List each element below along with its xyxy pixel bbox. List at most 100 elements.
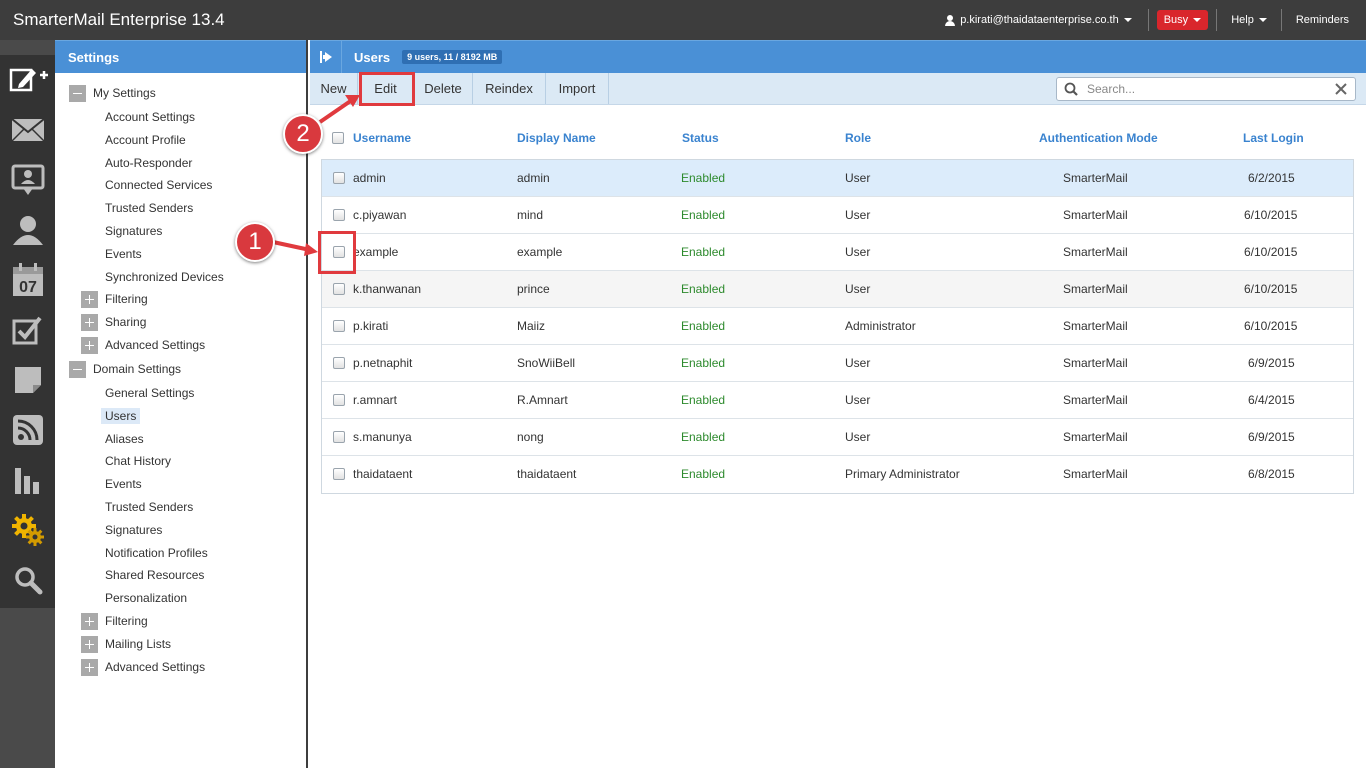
column-header-status[interactable]: Status (682, 131, 719, 145)
cell-username: p.kirati (353, 319, 389, 333)
cell-status: Enabled (681, 393, 726, 407)
tree-item-account-profile[interactable]: Account Profile (105, 130, 186, 150)
tree-item-account-settings[interactable]: Account Settings (105, 107, 195, 127)
expand-icon[interactable] (81, 612, 98, 630)
user-icon[interactable] (0, 208, 55, 252)
table-row[interactable]: s.manunya nong Enabled User SmarterMail … (322, 419, 1353, 456)
column-header-display-name[interactable]: Display Name (517, 131, 596, 145)
tree-node-mailing-lists[interactable]: Mailing Lists (81, 634, 171, 654)
rail-icon-strip: 07 (0, 55, 55, 608)
contacts-icon[interactable] (0, 158, 55, 202)
tree-item-domain-signatures[interactable]: Signatures (105, 520, 162, 540)
compose-icon[interactable] (0, 58, 55, 102)
tree-node-advanced-settings[interactable]: Advanced Settings (81, 335, 205, 355)
top-right-menu: p.kirati@thaidataenterprise.co.th Busy H… (945, 0, 1366, 40)
tree-item-trusted-senders[interactable]: Trusted Senders (105, 198, 193, 218)
collapse-panel-button[interactable] (310, 41, 342, 73)
tree-item-chat-history[interactable]: Chat History (105, 451, 171, 471)
search-input[interactable] (1083, 82, 1331, 96)
cell-last-login: 6/10/2015 (1244, 319, 1298, 333)
reports-icon[interactable] (0, 458, 55, 502)
tree-item-aliases[interactable]: Aliases (105, 429, 144, 449)
table-row[interactable]: p.netnaphit SnoWiiBell Enabled User Smar… (322, 345, 1353, 382)
tree-item-domain-events[interactable]: Events (105, 474, 142, 494)
import-button[interactable]: Import (546, 73, 609, 104)
users-header: Users 9 users, 11 / 8192 MB (310, 40, 1366, 73)
table-row[interactable]: c.piyawan mind Enabled User SmarterMail … (322, 197, 1353, 234)
cell-display-name: Maiiz (517, 319, 546, 333)
tree-item-auto-responder[interactable]: Auto-Responder (105, 153, 192, 173)
expand-icon[interactable] (81, 336, 98, 354)
tree-node-domain-filtering[interactable]: Filtering (81, 611, 148, 631)
row-checkbox[interactable] (333, 357, 345, 369)
expand-icon[interactable] (81, 313, 98, 331)
cell-auth-mode: SmarterMail (1063, 356, 1128, 370)
cell-username: p.netnaphit (353, 356, 413, 370)
status-button[interactable]: Busy (1156, 10, 1209, 30)
table-row[interactable]: r.amnart R.Amnart Enabled User SmarterMa… (322, 382, 1353, 419)
search-icon[interactable] (0, 558, 55, 602)
clear-search-icon[interactable] (1331, 81, 1351, 97)
table-row[interactable]: k.thanwanan prince Enabled User SmarterM… (322, 271, 1353, 308)
row-checkbox[interactable] (333, 468, 345, 480)
cell-role: User (845, 171, 871, 185)
table-row[interactable]: example example Enabled User SmarterMail… (322, 234, 1353, 271)
tree-node-my-settings[interactable]: My Settings (69, 83, 156, 103)
settings-panel: Settings My Settings Account Settings Ac… (55, 40, 308, 768)
column-header-role[interactable]: Role (845, 131, 871, 145)
tree-item-shared-resources[interactable]: Shared Resources (105, 565, 204, 585)
row-checkbox[interactable] (333, 394, 345, 406)
tree-node-domain-settings[interactable]: Domain Settings (69, 359, 181, 379)
table-row[interactable]: thaidataent thaidataent Enabled Primary … (322, 456, 1353, 493)
tree-item-signatures[interactable]: Signatures (105, 221, 162, 241)
users-table: admin admin Enabled User SmarterMail 6/2… (321, 159, 1354, 494)
app-title: SmarterMail Enterprise 13.4 (13, 10, 225, 29)
tree-item-general-settings[interactable]: General Settings (105, 383, 194, 403)
tree-node-domain-advanced-settings[interactable]: Advanced Settings (81, 657, 205, 677)
cell-last-login: 6/8/2015 (1248, 467, 1295, 481)
select-all-checkbox[interactable] (332, 132, 344, 144)
row-checkbox[interactable] (333, 320, 345, 332)
row-checkbox[interactable] (333, 283, 345, 295)
collapse-icon[interactable] (69, 360, 86, 378)
help-menu[interactable]: Help (1217, 14, 1281, 26)
cell-username: admin (353, 171, 386, 185)
expand-icon[interactable] (81, 635, 98, 653)
calendar-icon[interactable]: 07 (0, 258, 55, 302)
user-icon (945, 14, 956, 26)
cell-status: Enabled (681, 430, 726, 444)
highlight-example-checkbox (318, 231, 356, 274)
table-row[interactable]: p.kirati Maiiz Enabled Administrator Sma… (322, 308, 1353, 345)
delete-button[interactable]: Delete (414, 73, 473, 104)
collapse-left-icon (319, 51, 332, 63)
new-button[interactable]: New (310, 73, 358, 104)
table-row[interactable]: admin admin Enabled User SmarterMail 6/2… (322, 160, 1353, 197)
tasks-icon[interactable] (0, 308, 55, 352)
rss-icon[interactable] (0, 408, 55, 452)
search-icon (1064, 82, 1078, 96)
row-checkbox[interactable] (333, 172, 345, 184)
reminders-button[interactable]: Reminders (1282, 14, 1366, 26)
tree-node-filtering[interactable]: Filtering (81, 289, 148, 309)
tree-node-sharing[interactable]: Sharing (81, 312, 146, 332)
notes-icon[interactable] (0, 358, 55, 402)
tree-item-notification-profiles[interactable]: Notification Profiles (105, 543, 208, 563)
row-checkbox[interactable] (333, 209, 345, 221)
user-menu[interactable]: p.kirati@thaidataenterprise.co.th (945, 14, 1148, 26)
column-header-authentication-mode[interactable]: Authentication Mode (1039, 131, 1158, 145)
tree-item-synchronized-devices[interactable]: Synchronized Devices (105, 267, 224, 287)
column-header-username[interactable]: Username (353, 131, 411, 145)
expand-icon[interactable] (81, 290, 98, 308)
settings-icon[interactable] (0, 508, 55, 552)
expand-icon[interactable] (81, 658, 98, 676)
mail-icon[interactable] (0, 108, 55, 152)
tree-item-events[interactable]: Events (105, 244, 142, 264)
column-header-last-login[interactable]: Last Login (1243, 131, 1304, 145)
tree-item-connected-services[interactable]: Connected Services (105, 175, 212, 195)
tree-item-personalization[interactable]: Personalization (105, 588, 187, 608)
reindex-button[interactable]: Reindex (473, 73, 546, 104)
tree-item-users[interactable]: Users (101, 406, 141, 426)
tree-item-domain-trusted-senders[interactable]: Trusted Senders (105, 497, 193, 517)
row-checkbox[interactable] (333, 431, 345, 443)
collapse-icon[interactable] (69, 84, 86, 102)
